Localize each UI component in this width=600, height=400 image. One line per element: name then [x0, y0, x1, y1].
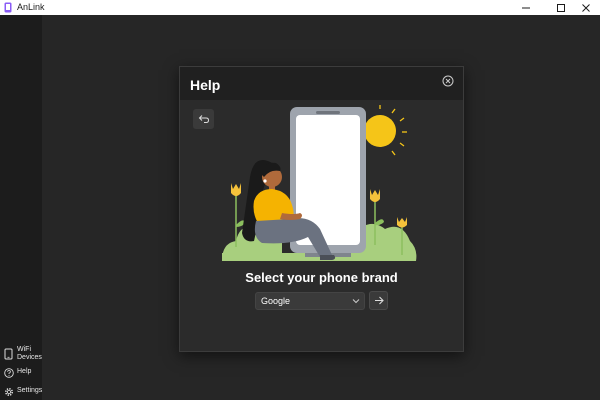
sidebar: WiFi Devices Help Settings [0, 15, 42, 400]
return-arrow-icon [198, 115, 209, 123]
arrow-right-icon [374, 296, 384, 305]
sidebar-item-help[interactable]: Help [0, 365, 42, 383]
help-dialog: Help Select your phone brand Google [179, 66, 464, 352]
close-circle-icon [442, 75, 454, 87]
sidebar-item-label: Help [17, 368, 32, 375]
app-title: AnLink [17, 2, 45, 12]
gear-icon [4, 387, 14, 397]
maximize-button[interactable] [547, 0, 575, 15]
dialog-header: Help [180, 67, 463, 100]
sidebar-item-label: Settings [17, 387, 43, 394]
next-button[interactable] [369, 291, 388, 310]
dialog-title: Help [190, 77, 221, 93]
phone-wifi-icon [4, 348, 13, 360]
back-button[interactable] [193, 109, 214, 129]
maximize-icon [557, 3, 565, 12]
minimize-button[interactable] [512, 0, 540, 15]
sidebar-item-label: WiFi Devices [17, 346, 42, 361]
sidebar-item-wifi-devices[interactable]: WiFi Devices [0, 345, 42, 363]
select-brand-prompt: Select your phone brand [245, 270, 398, 285]
woman-sitting-by-phone-illustration [222, 105, 417, 261]
window-close-button[interactable] [572, 0, 600, 15]
close-icon [582, 3, 590, 12]
minimize-icon [522, 7, 530, 8]
sidebar-item-settings[interactable]: Settings [0, 384, 42, 400]
chevron-down-icon [352, 299, 360, 304]
title-bar: AnLink [0, 0, 600, 15]
dialog-close-button[interactable] [442, 74, 454, 87]
help-circle-icon [4, 368, 14, 378]
phone-brand-value: Google [261, 296, 291, 306]
app-icon [4, 2, 12, 13]
phone-brand-select[interactable]: Google [255, 292, 365, 310]
